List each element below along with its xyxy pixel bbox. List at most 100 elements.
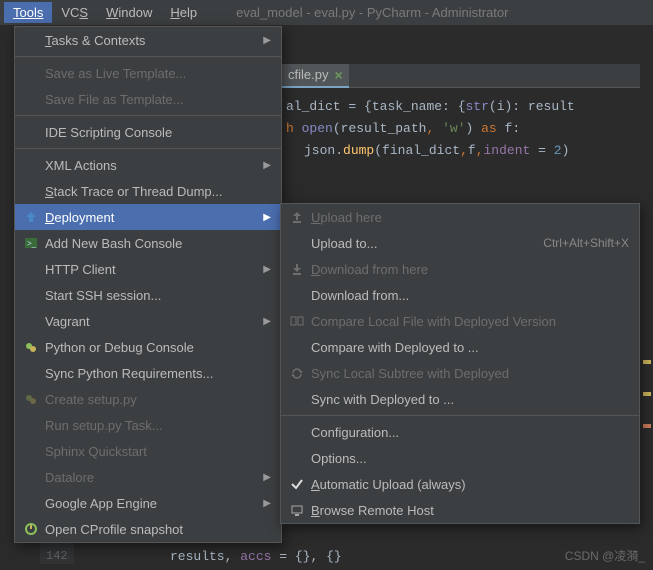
deployment-item-download-from[interactable]: Download from... bbox=[281, 282, 639, 308]
menu-help[interactable]: Help bbox=[161, 2, 206, 23]
blank-icon bbox=[287, 450, 307, 466]
deployment-item-download-from-here: Download from here bbox=[281, 256, 639, 282]
tools-item-save-file-as-template: Save File as Template... bbox=[15, 86, 281, 112]
menu-item-label: HTTP Client bbox=[45, 262, 257, 277]
tools-item-http-client[interactable]: HTTP Client ▶ bbox=[15, 256, 281, 282]
editor-tab-bar: cfile.py × bbox=[280, 64, 640, 88]
blank-icon bbox=[21, 124, 41, 140]
blank-icon bbox=[21, 183, 41, 199]
tools-item-sync-python-requirements[interactable]: Sync Python Requirements... bbox=[15, 360, 281, 386]
tools-item-run-setup-py-task: Run setup.py Task... bbox=[15, 412, 281, 438]
tools-item-sphinx-quickstart: Sphinx Quickstart bbox=[15, 438, 281, 464]
menu-separator bbox=[15, 115, 281, 116]
deployment-submenu: Upload hereUpload to...Ctrl+Alt+Shift+XD… bbox=[280, 203, 640, 524]
deployment-item-sync-with-deployed-to[interactable]: Sync with Deployed to ... bbox=[281, 386, 639, 412]
menu-item-label: Upload here bbox=[311, 210, 629, 225]
blank-icon bbox=[21, 443, 41, 459]
blank-icon bbox=[21, 313, 41, 329]
menu-item-label: Datalore bbox=[45, 470, 257, 485]
check-icon bbox=[287, 476, 307, 492]
menu-item-label: Compare with Deployed to ... bbox=[311, 340, 629, 355]
blank-icon bbox=[21, 65, 41, 81]
menu-item-label: XML Actions bbox=[45, 158, 257, 173]
deployment-item-configuration[interactable]: Configuration... bbox=[281, 419, 639, 445]
tools-item-xml-actions[interactable]: XML Actions ▶ bbox=[15, 152, 281, 178]
window-title: eval_model - eval.py - PyCharm - Adminis… bbox=[236, 5, 508, 20]
deploy-icon bbox=[21, 209, 41, 225]
menu-separator bbox=[281, 415, 639, 416]
tools-item-google-app-engine[interactable]: Google App Engine ▶ bbox=[15, 490, 281, 516]
menu-item-label: Create setup.py bbox=[45, 392, 271, 407]
compare-icon bbox=[287, 313, 307, 329]
python-icon bbox=[21, 339, 41, 355]
editor-tab-cfile[interactable]: cfile.py × bbox=[280, 64, 349, 88]
blank-icon bbox=[21, 417, 41, 433]
tools-item-deployment[interactable]: Deployment ▶ bbox=[15, 204, 281, 230]
tools-item-start-ssh-session[interactable]: Start SSH session... bbox=[15, 282, 281, 308]
tools-item-save-as-live-template: Save as Live Template... bbox=[15, 60, 281, 86]
remote-icon bbox=[287, 502, 307, 518]
menu-item-label: Add New Bash Console bbox=[45, 236, 271, 251]
submenu-arrow-icon: ▶ bbox=[263, 498, 271, 509]
deployment-item-upload-to[interactable]: Upload to...Ctrl+Alt+Shift+X bbox=[281, 230, 639, 256]
tools-item-ide-scripting-console[interactable]: IDE Scripting Console bbox=[15, 119, 281, 145]
menu-item-label: Upload to... bbox=[311, 236, 535, 251]
tools-item-create-setup-py: Create setup.py bbox=[15, 386, 281, 412]
editor-bottom-line: results, accs = {}, {} bbox=[170, 549, 342, 564]
deployment-item-compare-local-file-with-deployed-version: Compare Local File with Deployed Version bbox=[281, 308, 639, 334]
menu-item-label: Save as Live Template... bbox=[45, 66, 271, 81]
menu-item-label: Deployment bbox=[45, 210, 257, 225]
tools-item-add-new-bash-console[interactable]: >_ Add New Bash Console bbox=[15, 230, 281, 256]
python-dim-icon bbox=[21, 391, 41, 407]
blank-icon bbox=[21, 261, 41, 277]
menu-tools[interactable]: Tools bbox=[4, 2, 52, 23]
menu-item-label: Start SSH session... bbox=[45, 288, 271, 303]
deployment-item-browse-remote-host[interactable]: Browse Remote Host bbox=[281, 497, 639, 523]
submenu-arrow-icon: ▶ bbox=[263, 160, 271, 171]
gutter-markers bbox=[643, 360, 651, 456]
menu-separator bbox=[15, 56, 281, 57]
menu-item-label: IDE Scripting Console bbox=[45, 125, 271, 140]
code-editor[interactable]: al_dict = {task_name: {str(i): result h … bbox=[280, 90, 653, 162]
submenu-arrow-icon: ▶ bbox=[263, 264, 271, 275]
blank-icon bbox=[21, 469, 41, 485]
blank-icon bbox=[287, 424, 307, 440]
profile-icon bbox=[21, 521, 41, 537]
deployment-item-options[interactable]: Options... bbox=[281, 445, 639, 471]
menu-item-label: Save File as Template... bbox=[45, 92, 271, 107]
menu-item-label: Tasks & Contexts bbox=[45, 33, 257, 48]
menu-item-label: Google App Engine bbox=[45, 496, 257, 511]
deployment-item-compare-with-deployed-to[interactable]: Compare with Deployed to ... bbox=[281, 334, 639, 360]
blank-icon bbox=[287, 287, 307, 303]
tools-item-tasks-contexts[interactable]: Tasks & Contexts▶ bbox=[15, 27, 281, 53]
tools-item-vagrant[interactable]: Vagrant▶ bbox=[15, 308, 281, 334]
tools-item-python-or-debug-console[interactable]: Python or Debug Console bbox=[15, 334, 281, 360]
download-icon bbox=[287, 261, 307, 277]
menu-item-label: Open CProfile snapshot bbox=[45, 522, 271, 537]
watermark: CSDN @凌漪_ bbox=[565, 547, 645, 564]
bash-icon: >_ bbox=[21, 235, 41, 251]
blank-icon bbox=[287, 339, 307, 355]
menu-item-label: Compare Local File with Deployed Version bbox=[311, 314, 629, 329]
submenu-arrow-icon: ▶ bbox=[263, 472, 271, 483]
close-icon[interactable]: × bbox=[334, 67, 342, 83]
tab-label: cfile.py bbox=[288, 67, 328, 82]
blank-icon bbox=[287, 391, 307, 407]
sync-icon bbox=[287, 365, 307, 381]
menu-window[interactable]: Window bbox=[97, 2, 161, 23]
svg-text:>_: >_ bbox=[27, 239, 37, 248]
menu-vcs[interactable]: VCS bbox=[52, 2, 97, 23]
tools-item-open-cprofile-snapshot[interactable]: Open CProfile snapshot bbox=[15, 516, 281, 542]
deployment-item-sync-local-subtree-with-deployed: Sync Local Subtree with Deployed bbox=[281, 360, 639, 386]
submenu-arrow-icon: ▶ bbox=[263, 212, 271, 223]
blank-icon bbox=[21, 495, 41, 511]
menu-item-label: Sync Python Requirements... bbox=[45, 366, 271, 381]
tools-item-stack-trace-or-thread-dump[interactable]: Stack Trace or Thread Dump... bbox=[15, 178, 281, 204]
deployment-item-automatic-upload-always[interactable]: Automatic Upload (always) bbox=[281, 471, 639, 497]
menu-item-label: Browse Remote Host bbox=[311, 503, 629, 518]
deployment-item-upload-here: Upload here bbox=[281, 204, 639, 230]
menu-item-label: Stack Trace or Thread Dump... bbox=[45, 184, 271, 199]
menu-item-label: Download from... bbox=[311, 288, 629, 303]
menu-item-label: Vagrant bbox=[45, 314, 257, 329]
menu-item-label: Python or Debug Console bbox=[45, 340, 271, 355]
